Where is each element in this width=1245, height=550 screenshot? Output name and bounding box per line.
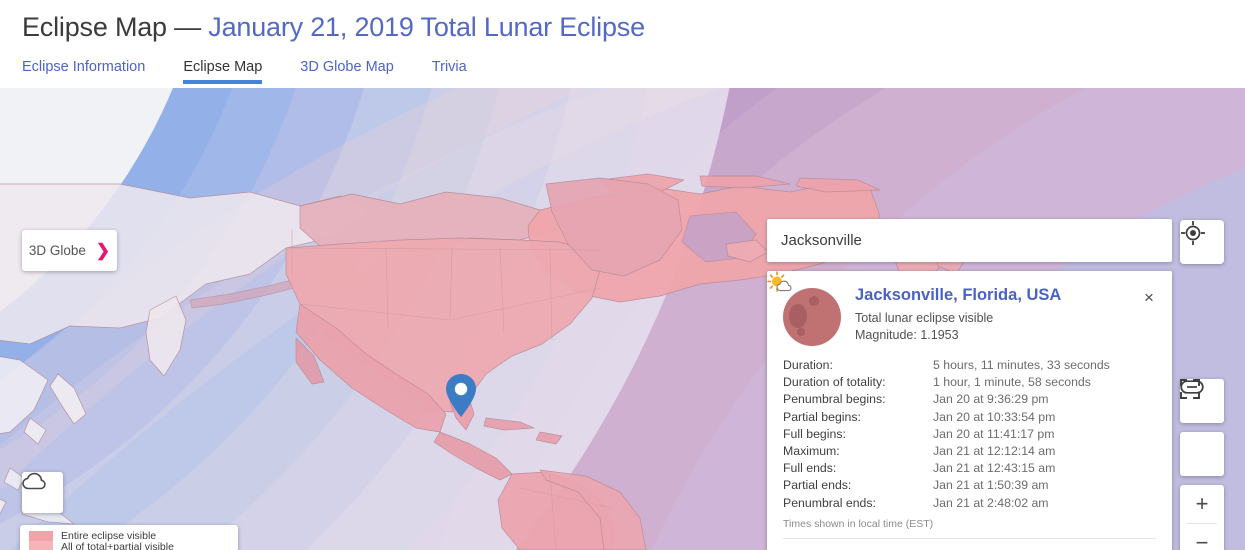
map-control-stack: + −: [1180, 379, 1224, 550]
my-location-icon: [1181, 221, 1205, 245]
eclipse-map-canvas[interactable]: 3D Globe ❯ Entire eclipse visible All of…: [0, 88, 1245, 550]
legend-swatch-0: [29, 531, 53, 542]
row-value: Jan 20 at 11:41:17 pm: [933, 426, 1055, 441]
my-location-button[interactable]: [1180, 220, 1224, 264]
table-row: Partial begins: Jan 20 at 10:33:54 pm: [783, 409, 1156, 426]
row-value: 1 hour, 1 minute, 58 seconds: [933, 375, 1091, 390]
search-input[interactable]: [767, 219, 1172, 262]
cloud-layer-button[interactable]: [22, 472, 63, 513]
table-row: Partial ends: Jan 21 at 1:50:39 am: [783, 477, 1156, 494]
tab-trivia[interactable]: Trivia: [432, 59, 467, 84]
fullscreen-icon: [1180, 379, 1200, 399]
row-key: Penumbral begins:: [783, 392, 886, 407]
table-row: Duration of totality: 1 hour, 1 minute, …: [783, 374, 1156, 391]
location-title[interactable]: Jacksonville, Florida, USA: [855, 285, 1061, 305]
table-row: Penumbral ends: Jan 21 at 2:48:02 am: [783, 495, 1156, 512]
tab-bar: Eclipse Information Eclipse Map 3D Globe M…: [22, 58, 505, 88]
cloud-icon: [22, 472, 46, 490]
blood-moon-icon: [783, 288, 841, 346]
timezone-note: Times shown in local time (EST): [783, 517, 934, 530]
row-key: Duration:: [783, 358, 833, 372]
divider: [783, 537, 1156, 539]
legend-labels: Entire eclipse visible All of total+part…: [61, 531, 230, 550]
row-key: Partial begins:: [783, 409, 861, 424]
3d-globe-label: 3D Globe: [28, 243, 86, 258]
legend-label-1: All of total+partial visible: [61, 540, 174, 550]
3d-globe-button[interactable]: 3D Globe ❯: [22, 230, 117, 271]
city-search-box[interactable]: [767, 219, 1172, 262]
table-row: Full begins: Jan 20 at 11:41:17 pm: [783, 426, 1156, 443]
close-icon[interactable]: ×: [1137, 285, 1161, 309]
tab-3d-globe-map[interactable]: 3D Globe Map: [300, 59, 394, 84]
tab-eclipse-map[interactable]: Eclipse Map: [183, 59, 262, 84]
legend-label-0: Entire eclipse visible: [61, 530, 157, 542]
table-row: Penumbral begins: Jan 20 at 9:36:29 pm: [783, 391, 1156, 408]
zoom-control-group: + −: [1180, 485, 1224, 550]
info-panel-header: Jacksonville, Florida, USA Total lunar e…: [783, 271, 1156, 346]
map-legend: Entire eclipse visible All of total+part…: [20, 525, 238, 550]
row-value: Jan 20 at 9:36:29 pm: [933, 392, 1049, 407]
row-value: Jan 20 at 10:33:54 pm: [933, 409, 1056, 424]
tab-eclipse-information[interactable]: Eclipse Information: [22, 59, 145, 84]
chevron-right-icon: ❯: [95, 241, 111, 260]
page-title-prefix: Eclipse Map —: [22, 12, 209, 42]
row-value: Jan 21 at 2:48:02 am: [933, 495, 1049, 510]
eclipse-timing-table: Duration: 5 hours, 11 minutes, 33 second…: [783, 357, 1156, 530]
zoom-in-button[interactable]: +: [1180, 485, 1224, 523]
eclipse-map-page: Eclipse Map — January 21, 2019 Total Lun…: [0, 0, 1245, 550]
legend-swatch-1: [29, 541, 53, 550]
visibility-text: Total lunar eclipse visible: [855, 311, 994, 325]
magnitude-text: Magnitude: 1.1953: [855, 328, 959, 342]
table-row: Duration: 5 hours, 11 minutes, 33 second…: [783, 357, 1156, 374]
table-row: Full ends: Jan 21 at 12:43:15 am: [783, 460, 1156, 477]
row-value: Jan 21 at 12:12:14 am: [933, 444, 1056, 459]
page-title: Eclipse Map — January 21, 2019 Total Lun…: [22, 12, 645, 43]
row-value: 5 hours, 11 minutes, 33 seconds: [933, 358, 1110, 372]
sun-behind-cloud-icon: [767, 271, 792, 292]
location-info-panel: × Jacksonville, Florida, USA Total lunar…: [767, 271, 1172, 550]
row-key: Penumbral ends:: [783, 495, 876, 510]
row-value: Jan 21 at 12:43:15 am: [933, 461, 1056, 476]
row-value: Jan 21 at 1:50:39 am: [933, 478, 1049, 493]
table-row: Maximum: Jan 21 at 12:12:14 am: [783, 443, 1156, 460]
row-key: Maximum:: [783, 444, 840, 459]
fullscreen-button[interactable]: [1180, 379, 1224, 476]
zoom-out-button[interactable]: −: [1180, 524, 1224, 550]
legend-swatches: [29, 531, 53, 550]
row-key: Full begins:: [783, 426, 846, 441]
row-key: Partial ends:: [783, 478, 852, 493]
page-header: Eclipse Map — January 21, 2019 Total Lun…: [0, 0, 1245, 88]
row-key: Duration of totality:: [783, 375, 886, 390]
row-key: Full ends:: [783, 461, 837, 476]
page-title-eclipse-link[interactable]: January 21, 2019 Total Lunar Eclipse: [208, 12, 645, 42]
info-panel-heading-text: Jacksonville, Florida, USA Total lunar e…: [855, 285, 1061, 346]
